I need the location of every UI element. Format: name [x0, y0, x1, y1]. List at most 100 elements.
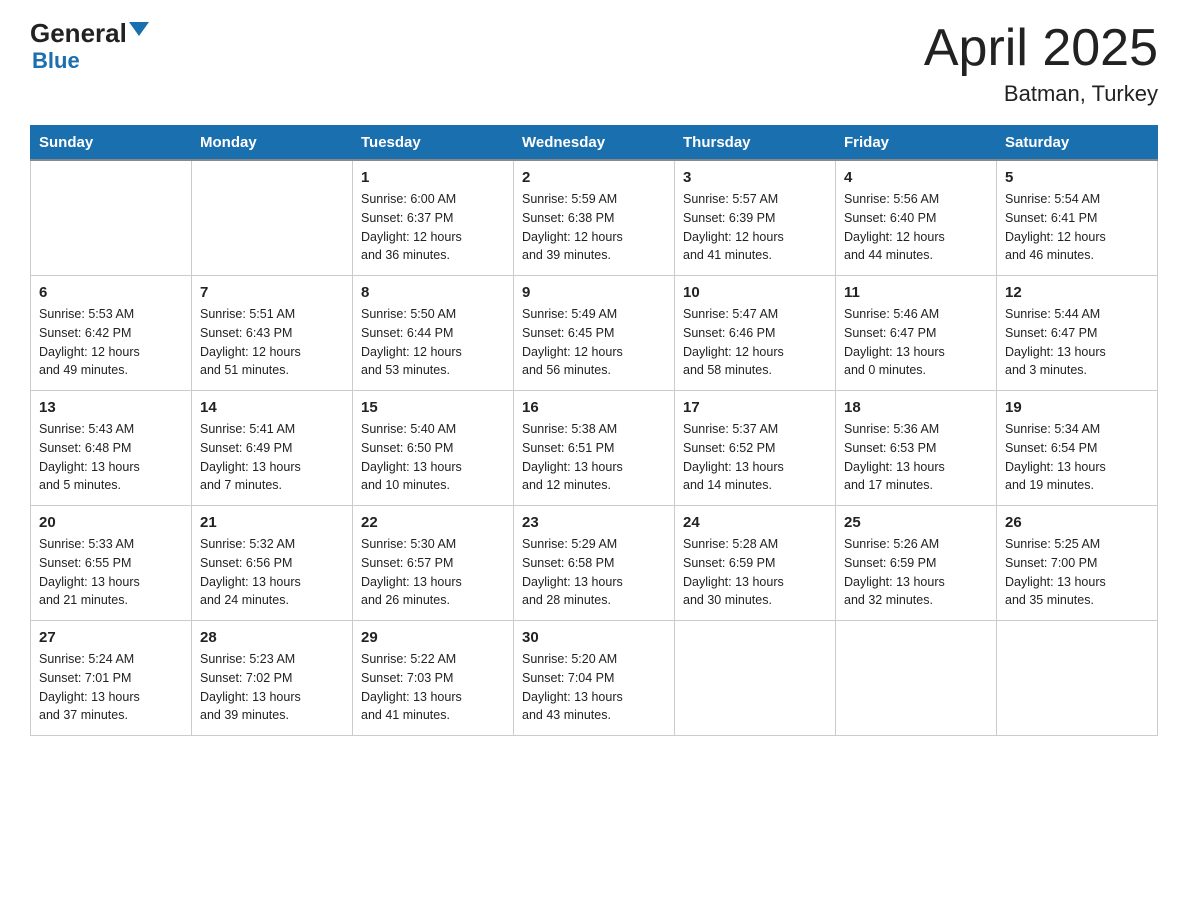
location-text: Batman, Turkey: [924, 81, 1158, 107]
day-info: Sunrise: 5:40 AMSunset: 6:50 PMDaylight:…: [361, 420, 505, 495]
weekday-header-monday: Monday: [192, 126, 353, 161]
day-info: Sunrise: 5:59 AMSunset: 6:38 PMDaylight:…: [522, 190, 666, 265]
day-number: 5: [1005, 169, 1149, 186]
calendar-cell: [192, 160, 353, 276]
day-number: 9: [522, 284, 666, 301]
page-header: General Blue April 2025 Batman, Turkey: [30, 20, 1158, 107]
calendar-cell: 19 Sunrise: 5:34 AMSunset: 6:54 PMDayligh…: [997, 391, 1158, 506]
day-number: 2: [522, 169, 666, 186]
day-info: Sunrise: 5:34 AMSunset: 6:54 PMDaylight:…: [1005, 420, 1149, 495]
day-info: Sunrise: 5:38 AMSunset: 6:51 PMDaylight:…: [522, 420, 666, 495]
calendar-week-row: 20Sunrise: 5:33 AMSunset: 6:55 PMDayligh…: [31, 506, 1158, 621]
day-info: Sunrise: 5:29 AMSunset: 6:58 PMDaylight:…: [522, 535, 666, 610]
calendar-cell: 15 Sunrise: 5:40 AMSunset: 6:50 PMDayligh…: [353, 391, 514, 506]
calendar-cell: 25 Sunrise: 5:26 AMSunset: 6:59 PMDayligh…: [836, 506, 997, 621]
title-area: April 2025 Batman, Turkey: [924, 20, 1158, 107]
calendar-cell: 9 Sunrise: 5:49 AMSunset: 6:45 PMDaylight…: [514, 276, 675, 391]
calendar-cell: 8 Sunrise: 5:50 AMSunset: 6:44 PMDaylight…: [353, 276, 514, 391]
day-info: Sunrise: 5:57 AMSunset: 6:39 PMDaylight:…: [683, 190, 827, 265]
calendar-cell: 22 Sunrise: 5:30 AMSunset: 6:57 PMDayligh…: [353, 506, 514, 621]
day-info: Sunrise: 5:49 AMSunset: 6:45 PMDaylight:…: [522, 305, 666, 380]
day-info: Sunrise: 5:24 AMSunset: 7:01 PMDaylight:…: [39, 650, 183, 725]
day-info: Sunrise: 5:37 AMSunset: 6:52 PMDaylight:…: [683, 420, 827, 495]
day-info: Sunrise: 5:30 AMSunset: 6:57 PMDaylight:…: [361, 535, 505, 610]
calendar-cell: 7 Sunrise: 5:51 AMSunset: 6:43 PMDaylight…: [192, 276, 353, 391]
calendar-cell: 12Sunrise: 5:44 AMSunset: 6:47 PMDayligh…: [997, 276, 1158, 391]
calendar-cell: 6 Sunrise: 5:53 AMSunset: 6:42 PMDaylight…: [31, 276, 192, 391]
day-info: Sunrise: 6:00 AMSunset: 6:37 PMDaylight:…: [361, 190, 505, 265]
calendar-cell: 5Sunrise: 5:54 AMSunset: 6:41 PMDaylight…: [997, 160, 1158, 276]
day-number: 11: [844, 284, 988, 301]
calendar-week-row: 1Sunrise: 6:00 AMSunset: 6:37 PMDaylight…: [31, 160, 1158, 276]
calendar-cell: [997, 621, 1158, 736]
weekday-header-thursday: Thursday: [675, 126, 836, 161]
calendar-cell: 30 Sunrise: 5:20 AMSunset: 7:04 PMDayligh…: [514, 621, 675, 736]
month-year-title: April 2025: [924, 20, 1158, 77]
day-number: 30: [522, 629, 666, 646]
day-number: 18: [844, 399, 988, 416]
day-number: 29: [361, 629, 505, 646]
calendar-week-row: 13Sunrise: 5:43 AMSunset: 6:48 PMDayligh…: [31, 391, 1158, 506]
calendar-cell: 10Sunrise: 5:47 AMSunset: 6:46 PMDayligh…: [675, 276, 836, 391]
logo: General Blue: [30, 20, 149, 74]
day-number: 26: [1005, 514, 1149, 531]
day-info: Sunrise: 5:28 AMSunset: 6:59 PMDaylight:…: [683, 535, 827, 610]
calendar-cell: 11 Sunrise: 5:46 AMSunset: 6:47 PMDayligh…: [836, 276, 997, 391]
day-number: 24: [683, 514, 827, 531]
day-info: Sunrise: 5:23 AMSunset: 7:02 PMDaylight:…: [200, 650, 344, 725]
day-info: Sunrise: 5:47 AMSunset: 6:46 PMDaylight:…: [683, 305, 827, 380]
day-info: Sunrise: 5:20 AMSunset: 7:04 PMDaylight:…: [522, 650, 666, 725]
day-info: Sunrise: 5:33 AMSunset: 6:55 PMDaylight:…: [39, 535, 183, 610]
calendar-cell: 1Sunrise: 6:00 AMSunset: 6:37 PMDaylight…: [353, 160, 514, 276]
calendar-cell: 14 Sunrise: 5:41 AMSunset: 6:49 PMDayligh…: [192, 391, 353, 506]
calendar-cell: 4 Sunrise: 5:56 AMSunset: 6:40 PMDaylight…: [836, 160, 997, 276]
day-number: 28: [200, 629, 344, 646]
day-number: 7: [200, 284, 344, 301]
day-number: 12: [1005, 284, 1149, 301]
day-info: Sunrise: 5:50 AMSunset: 6:44 PMDaylight:…: [361, 305, 505, 380]
day-info: Sunrise: 5:36 AMSunset: 6:53 PMDaylight:…: [844, 420, 988, 495]
calendar-cell: 23 Sunrise: 5:29 AMSunset: 6:58 PMDayligh…: [514, 506, 675, 621]
calendar-cell: 29 Sunrise: 5:22 AMSunset: 7:03 PMDayligh…: [353, 621, 514, 736]
logo-general-text: General: [30, 20, 127, 46]
calendar-week-row: 27 Sunrise: 5:24 AMSunset: 7:01 PMDayligh…: [31, 621, 1158, 736]
day-number: 16: [522, 399, 666, 416]
calendar-cell: [31, 160, 192, 276]
day-number: 22: [361, 514, 505, 531]
calendar-cell: 17 Sunrise: 5:37 AMSunset: 6:52 PMDayligh…: [675, 391, 836, 506]
calendar-cell: [675, 621, 836, 736]
weekday-header-tuesday: Tuesday: [353, 126, 514, 161]
day-info: Sunrise: 5:46 AMSunset: 6:47 PMDaylight:…: [844, 305, 988, 380]
day-number: 17: [683, 399, 827, 416]
calendar-cell: 3 Sunrise: 5:57 AMSunset: 6:39 PMDaylight…: [675, 160, 836, 276]
day-number: 4: [844, 169, 988, 186]
day-info: Sunrise: 5:56 AMSunset: 6:40 PMDaylight:…: [844, 190, 988, 265]
day-info: Sunrise: 5:22 AMSunset: 7:03 PMDaylight:…: [361, 650, 505, 725]
day-info: Sunrise: 5:41 AMSunset: 6:49 PMDaylight:…: [200, 420, 344, 495]
day-number: 21: [200, 514, 344, 531]
weekday-header-sunday: Sunday: [31, 126, 192, 161]
calendar-cell: 26Sunrise: 5:25 AMSunset: 7:00 PMDayligh…: [997, 506, 1158, 621]
day-number: 27: [39, 629, 183, 646]
logo-triangle-icon: [129, 22, 149, 36]
day-number: 14: [200, 399, 344, 416]
calendar-cell: 16 Sunrise: 5:38 AMSunset: 6:51 PMDayligh…: [514, 391, 675, 506]
day-number: 23: [522, 514, 666, 531]
calendar-cell: 28 Sunrise: 5:23 AMSunset: 7:02 PMDayligh…: [192, 621, 353, 736]
calendar-cell: 18 Sunrise: 5:36 AMSunset: 6:53 PMDayligh…: [836, 391, 997, 506]
day-number: 6: [39, 284, 183, 301]
day-number: 8: [361, 284, 505, 301]
calendar-cell: 2 Sunrise: 5:59 AMSunset: 6:38 PMDaylight…: [514, 160, 675, 276]
calendar-cell: 24 Sunrise: 5:28 AMSunset: 6:59 PMDayligh…: [675, 506, 836, 621]
day-info: Sunrise: 5:26 AMSunset: 6:59 PMDaylight:…: [844, 535, 988, 610]
day-number: 19: [1005, 399, 1149, 416]
day-number: 15: [361, 399, 505, 416]
day-info: Sunrise: 5:32 AMSunset: 6:56 PMDaylight:…: [200, 535, 344, 610]
day-info: Sunrise: 5:53 AMSunset: 6:42 PMDaylight:…: [39, 305, 183, 380]
calendar-cell: 20Sunrise: 5:33 AMSunset: 6:55 PMDayligh…: [31, 506, 192, 621]
day-number: 25: [844, 514, 988, 531]
calendar-table: SundayMondayTuesdayWednesdayThursdayFrid…: [30, 125, 1158, 736]
day-number: 3: [683, 169, 827, 186]
calendar-header-row: SundayMondayTuesdayWednesdayThursdayFrid…: [31, 126, 1158, 161]
day-info: Sunrise: 5:51 AMSunset: 6:43 PMDaylight:…: [200, 305, 344, 380]
